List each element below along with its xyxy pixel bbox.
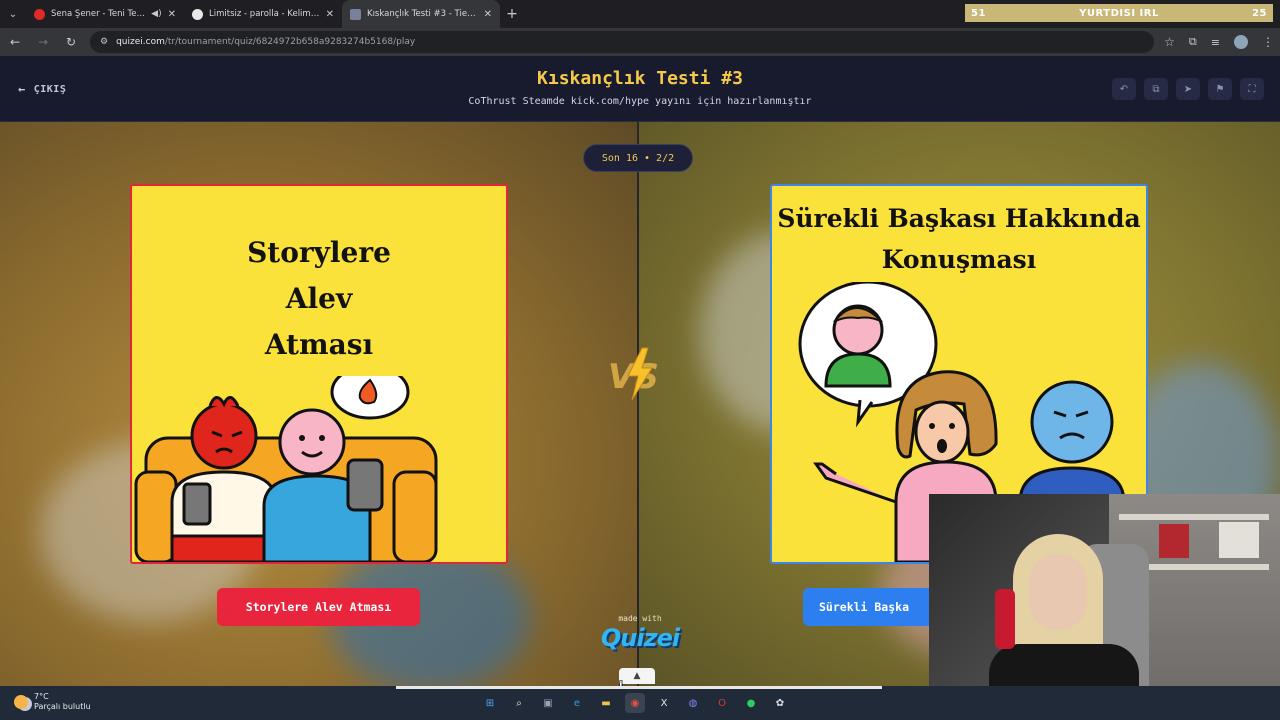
windows-start-icon[interactable]: ⊞ [480, 693, 500, 713]
webcam-microphone [995, 589, 1015, 649]
taskbar-highlight-line [396, 686, 882, 689]
weather-temp: 7°C [34, 692, 49, 701]
made-with-label: made with [618, 614, 662, 623]
discord-icon[interactable]: ◍ [683, 693, 703, 713]
webcam-shelf-item [1219, 522, 1259, 558]
search-icon[interactable]: ⌕ [509, 693, 529, 713]
webcam-shelf-item [1159, 524, 1189, 558]
chrome-icon[interactable]: ◉ [625, 693, 645, 713]
webcam-shelf [1119, 514, 1269, 520]
quiz-header: ← ÇIKIŞ Kıskançlık Testi #3 CoThrust Ste… [0, 56, 1280, 122]
banner-right-count: 25 [1252, 7, 1267, 19]
quiz-title: Kıskançlık Testi #3 [537, 68, 743, 89]
reload-icon[interactable]: ↻ [62, 33, 80, 51]
couch-illustration [134, 376, 438, 562]
webcam-shelf [1129, 564, 1269, 570]
webcam-person-face [1029, 554, 1087, 630]
tab-search-chevron-icon[interactable]: ⌄ [0, 0, 26, 28]
edge-icon[interactable]: e [567, 693, 587, 713]
partly-cloudy-icon [14, 695, 28, 709]
new-tab-plus-icon[interactable]: + [500, 0, 524, 28]
windows-taskbar: 7°C Parçalı bulutlu ⊞ ⌕ ▣ e ▬ ◉ X ◍ O ● ✿ [0, 686, 1280, 720]
weather-desc: Parçalı bulutlu [34, 702, 91, 711]
browser-tab-1[interactable]: Sena Şener - Teni Tenime ( ◀) ✕ [26, 0, 184, 28]
settings-app-icon[interactable]: ✿ [770, 693, 790, 713]
back-arrow-icon[interactable]: ← [6, 33, 24, 51]
bookmark-star-icon[interactable]: ☆ [1164, 35, 1175, 49]
youtube-icon [34, 8, 45, 20]
parolla-icon [192, 8, 203, 20]
file-explorer-icon[interactable]: ▬ [596, 693, 616, 713]
right-card-title-line: Konuşması [881, 245, 1037, 274]
opera-icon[interactable]: O [712, 693, 732, 713]
banner-title: YURTDISI IRL [1079, 7, 1159, 19]
url-domain: quizei.com [116, 37, 165, 47]
profile-avatar-icon[interactable] [1234, 35, 1248, 49]
round-indicator: Son 16 • 2/2 [583, 144, 693, 172]
vs-lightning-logo: VS [608, 347, 659, 401]
quizei-logo[interactable]: Quizei [596, 624, 684, 658]
tab-title: Limitsiz - parolla - Kelime oyunu [209, 9, 320, 19]
flag-icon[interactable]: ⚑ [1208, 78, 1232, 100]
vs-label: VS [608, 357, 659, 397]
close-tab-icon[interactable]: ✕ [168, 9, 176, 20]
tab-title: Sena Şener - Teni Tenime ( [51, 9, 145, 19]
tab-title: Kıskançlık Testi #3 - Tier List, Kı [367, 9, 478, 19]
undo-icon[interactable]: ↶ [1112, 78, 1136, 100]
left-card-title-line: Atması [264, 328, 374, 361]
task-view-icon[interactable]: ▣ [538, 693, 558, 713]
left-card-title-line: Storylere [247, 236, 391, 269]
right-card-title: Sürekli Başkası Hakkında Konuşması [772, 198, 1146, 280]
site-info-icon[interactable]: ⚙ [100, 37, 108, 47]
quiz-subtitle: CoThrust Steamde kick.com/hype yayını iç… [468, 96, 812, 107]
speaker-icon[interactable]: ◀) [151, 9, 161, 19]
spotify-icon[interactable]: ● [741, 693, 761, 713]
banner-left-count: 51 [971, 7, 986, 19]
quizei-icon [350, 8, 361, 20]
left-card-title-line: Alev [285, 282, 353, 315]
right-card-title-line: Sürekli Başkası Hakkında [777, 204, 1141, 233]
left-card-title: Storylere Alev Atması [132, 230, 506, 368]
fullscreen-icon[interactable]: ⛶ [1240, 78, 1264, 100]
extensions-icon[interactable]: ⧉ [1189, 35, 1197, 49]
center-divider [637, 122, 639, 686]
choose-left-button[interactable]: Storylere Alev Atması [217, 588, 420, 626]
stream-overlay-banner: 51 YURTDISI IRL 25 [965, 4, 1273, 22]
x-icon[interactable]: X [654, 693, 674, 713]
browser-toolbar: ← → ↻ ⚙ quizei.com/tr/tournament/quiz/68… [0, 28, 1280, 56]
copy-icon[interactable]: ⧉ [1144, 78, 1168, 100]
taskbar-apps: ⊞ ⌕ ▣ e ▬ ◉ X ◍ O ● ✿ [480, 693, 790, 713]
address-bar[interactable]: ⚙ quizei.com/tr/tournament/quiz/6824972b… [90, 31, 1155, 53]
weather-widget[interactable]: 7°C Parçalı bulutlu [14, 692, 91, 712]
screen: ⌄ Sena Şener - Teni Tenime ( ◀) ✕ Limits… [0, 0, 1280, 720]
media-controls-icon[interactable]: ≡ [1211, 36, 1220, 49]
send-icon[interactable]: ➤ [1176, 78, 1200, 100]
browser-tab-2[interactable]: Limitsiz - parolla - Kelime oyunu ✕ [184, 0, 342, 28]
forward-arrow-icon[interactable]: → [34, 33, 52, 51]
close-tab-icon[interactable]: ✕ [484, 9, 492, 20]
browser-tab-3[interactable]: Kıskançlık Testi #3 - Tier List, Kı ✕ [342, 0, 500, 28]
close-tab-icon[interactable]: ✕ [326, 9, 334, 20]
left-choice-card[interactable]: Storylere Alev Atması [130, 184, 508, 564]
url-path: /tr/tournament/quiz/6824972b658a9283274b… [164, 37, 416, 47]
browser-menu-icon[interactable]: ⋮ [1262, 35, 1274, 49]
